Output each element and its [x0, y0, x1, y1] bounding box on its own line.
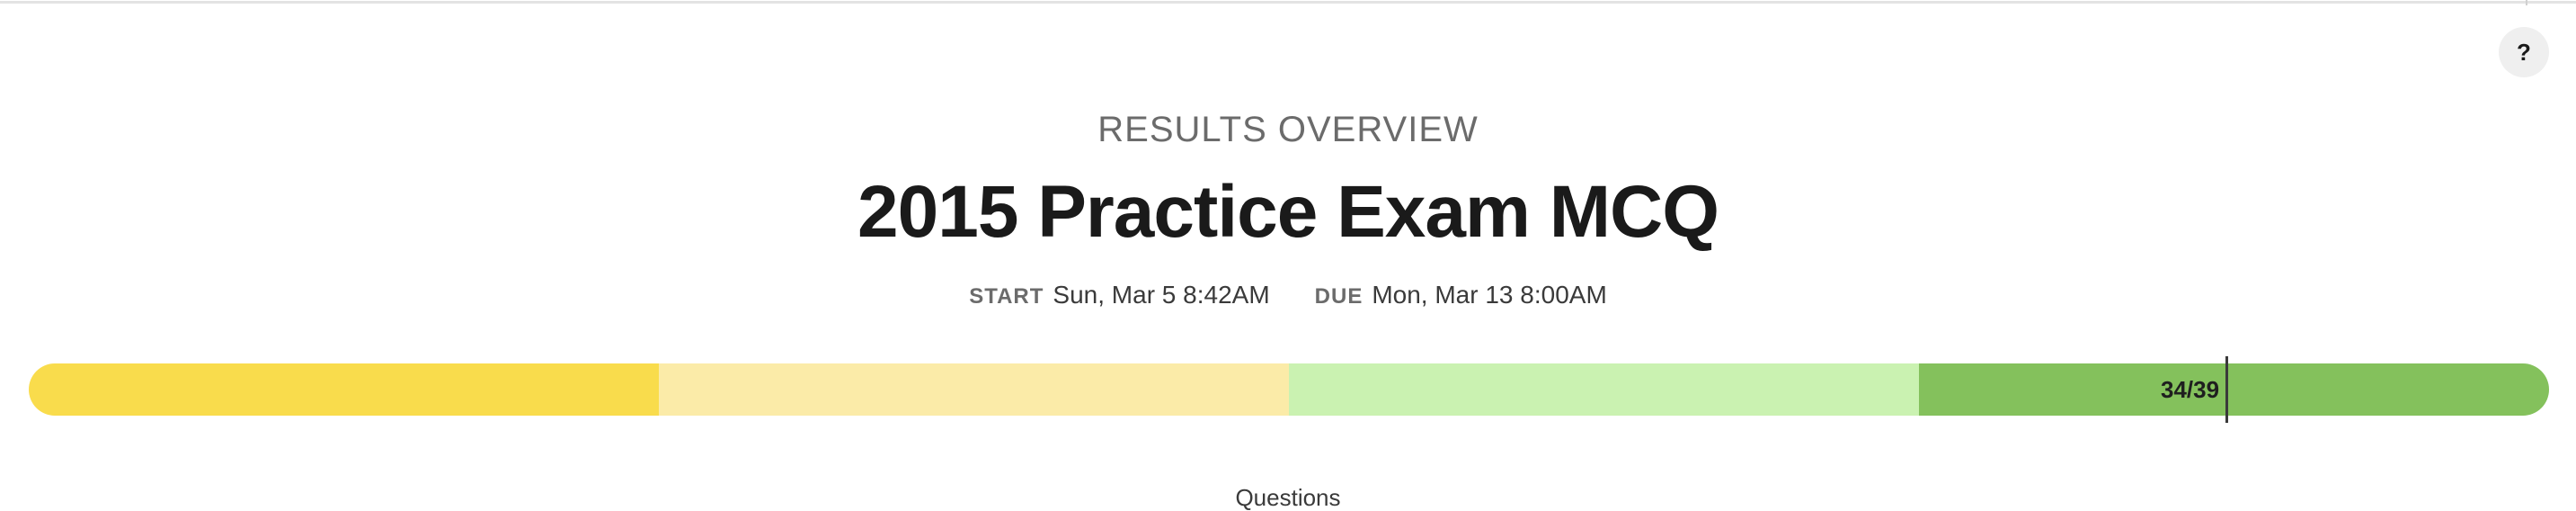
score-band-3	[1289, 363, 1919, 416]
top-divider	[0, 0, 2576, 4]
due-date: Mon, Mar 13 8:00AM	[1372, 281, 1607, 309]
page-title: 2015 Practice Exam MCQ	[857, 171, 1719, 253]
due-label: DUE	[1314, 284, 1364, 309]
score-band-2	[659, 363, 1289, 416]
help-icon: ?	[2517, 38, 2531, 66]
assignment-dates: START Sun, Mar 5 8:42AM DUE Mon, Mar 13 8:0…	[0, 282, 2576, 308]
questions-label: Questions	[1235, 484, 1341, 511]
results-overview-label: RESULTS OVERVIEW	[1097, 110, 1479, 149]
score-band-4	[1919, 363, 2549, 416]
score-value: 34/39	[2161, 375, 2220, 403]
help-button[interactable]: ?	[2499, 27, 2549, 77]
divider-tick	[2526, 0, 2527, 5]
start-date: Sun, Mar 5 8:42AM	[1053, 281, 1270, 309]
score-band-1	[29, 363, 659, 416]
start-label: START	[969, 284, 1044, 309]
score-marker	[2225, 356, 2228, 423]
